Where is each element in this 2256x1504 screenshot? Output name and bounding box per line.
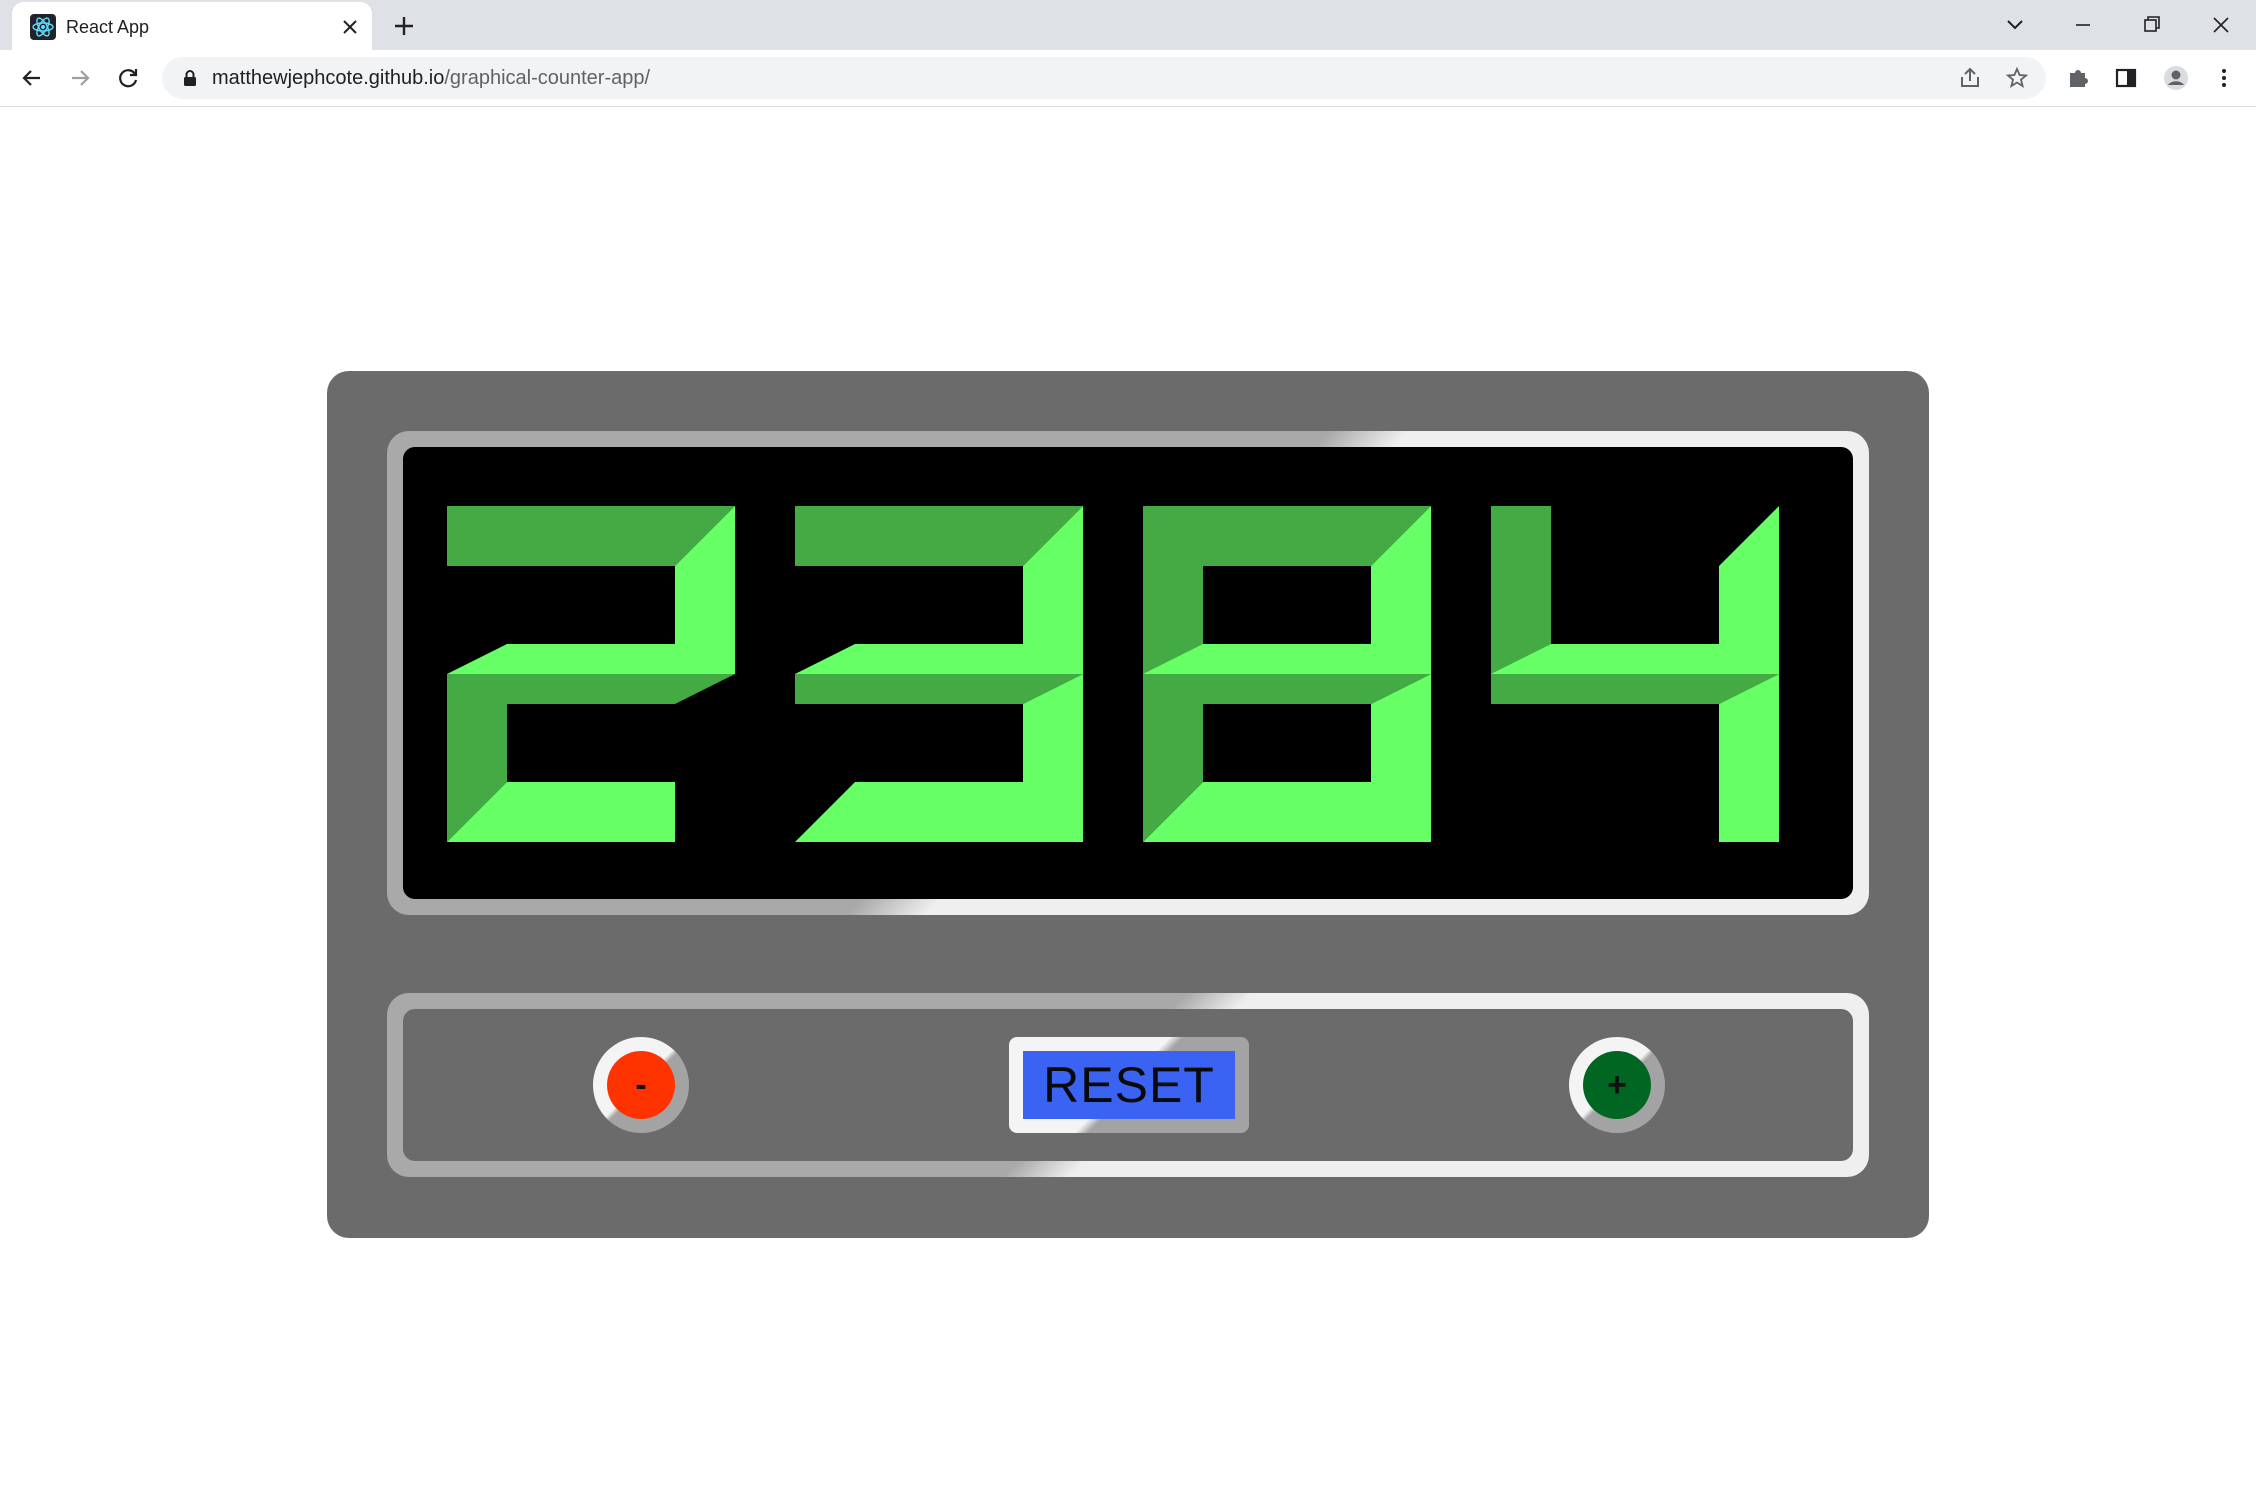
controls-panel: - RESET + xyxy=(403,1009,1853,1161)
digit-4 xyxy=(1491,506,1779,842)
reload-icon[interactable] xyxy=(114,64,142,92)
segment-gTop xyxy=(795,644,1023,674)
back-arrow-icon[interactable] xyxy=(18,64,46,92)
segment-gTop xyxy=(447,644,675,674)
address-bar[interactable]: matthewjephcote.github.io/graphical-coun… xyxy=(162,57,2046,99)
decrement-label: - xyxy=(607,1051,675,1119)
browser-tab-strip: React App xyxy=(0,0,2256,50)
browser-toolbar: matthewjephcote.github.io/graphical-coun… xyxy=(0,50,2256,107)
url-path: /graphical-counter-app/ xyxy=(444,67,651,89)
menu-kebab-icon[interactable] xyxy=(2210,64,2238,92)
display-bezel: 2384 xyxy=(387,431,1869,915)
segment-b xyxy=(1719,506,1779,674)
digit-2 xyxy=(795,506,1083,842)
increment-button[interactable]: + xyxy=(1569,1037,1665,1133)
react-logo-icon xyxy=(30,14,56,40)
digit-3 xyxy=(1143,506,1431,842)
lock-icon[interactable] xyxy=(180,68,200,88)
bookmark-star-icon[interactable] xyxy=(2005,66,2029,90)
new-tab-icon[interactable] xyxy=(390,12,418,40)
reset-button[interactable]: RESET xyxy=(1009,1037,1249,1133)
browser-tab[interactable]: React App xyxy=(12,2,372,50)
reset-label: RESET xyxy=(1023,1051,1235,1119)
close-tab-icon[interactable] xyxy=(338,15,362,39)
side-panel-icon[interactable] xyxy=(2112,64,2140,92)
counter-display: 2384 xyxy=(403,447,1853,899)
decrement-button[interactable]: - xyxy=(593,1037,689,1133)
url-host: matthewjephcote.github.io xyxy=(212,67,445,89)
minimize-icon[interactable] xyxy=(2066,8,2100,42)
extensions-puzzle-icon[interactable] xyxy=(2064,64,2092,92)
increment-label: + xyxy=(1583,1051,1651,1119)
digit-1 xyxy=(447,506,735,842)
share-icon[interactable] xyxy=(1958,66,1982,90)
restore-icon[interactable] xyxy=(2135,8,2169,42)
controls-bezel: - RESET + xyxy=(387,993,1869,1177)
segment-d xyxy=(795,782,1023,842)
tab-search-chevron-icon[interactable] xyxy=(1998,8,2032,42)
forward-arrow-icon[interactable] xyxy=(66,64,94,92)
profile-avatar-icon[interactable] xyxy=(2162,64,2190,92)
tab-title: React App xyxy=(66,17,150,37)
close-window-icon[interactable] xyxy=(2204,8,2238,42)
counter-device: 2384 - RESET + xyxy=(327,371,1929,1238)
url-text[interactable]: matthewjephcote.github.io/graphical-coun… xyxy=(212,57,650,99)
